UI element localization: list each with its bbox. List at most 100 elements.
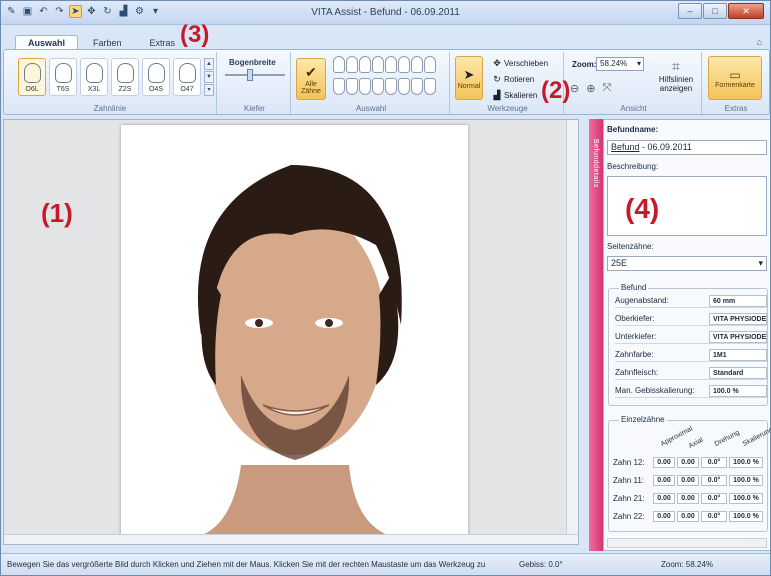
tooth-shape-icon [147,63,165,83]
upper-tooth[interactable] [372,56,384,73]
ribbon-tabs: Auswahl Farben Extras [15,35,188,50]
lower-tooth[interactable] [359,78,371,95]
hilfslinien-button[interactable]: ⌗ Hilfslinien anzeigen [654,58,698,93]
move-icon: ✥ [493,58,501,68]
upper-arch [333,56,436,73]
card-icon: ▭ [729,67,741,82]
seitenzaehne-label: Seitenzähne: [607,242,654,251]
lower-tooth[interactable] [424,78,436,95]
scale-icon: ▟ [493,90,501,100]
lower-tooth[interactable] [346,78,358,95]
tab-farben[interactable]: Farben [80,35,135,50]
rotieren-button[interactable]: ↻ Rotieren [492,74,534,85]
upper-tooth[interactable] [333,56,345,73]
verschieben-button[interactable]: ✥ Verschieben [492,58,548,69]
befundname-field[interactable]: Befund - 06.09.2011 [607,140,767,155]
befundname-label: Befundname: [607,125,659,134]
close-button[interactable]: ✕ [728,3,764,19]
field-gebisskalierung: Man. Gebisskalierung: 100.0 % [615,384,767,398]
panel-horizontal-scrollbar[interactable] [607,538,767,548]
slider-knob[interactable] [247,69,253,81]
annotation-1: (1) [41,198,73,228]
status-zoom: Zoom: 58.24% [661,560,714,569]
status-hint: Bewegen Sie das vergrößerte Bild durch K… [7,560,486,569]
help-icon[interactable]: ⌂ [757,37,762,47]
zahn-row: Zahn 11: 0.00 0.00 0.0° 100.0 % [613,473,769,487]
tooth-line-x3l[interactable]: X3L [80,58,108,96]
field-unterkiefer: Unterkiefer:VITA PHYSIODENS [615,330,767,344]
canvas-horizontal-scrollbar[interactable] [4,534,578,544]
lower-tooth[interactable] [398,78,410,95]
upper-tooth[interactable] [359,56,371,73]
lower-tooth[interactable] [411,78,423,95]
group-label: Zahnlinie [93,104,127,113]
zahn-row: Zahn 22: 0.00 0.00 0.0° 100.0 % [613,509,769,523]
status-gebiss: Gebiss: 0.0° [519,560,563,569]
group-label: Extras [724,104,748,113]
gallery-down-icon[interactable]: ▼ [204,71,214,83]
skalieren-button[interactable]: ▟ Skalieren [492,90,538,101]
zahn-row: Zahn 21: 0.00 0.00 0.0° 100.0 % [613,491,769,505]
tooth-shape-icon [116,63,134,83]
upper-tooth[interactable] [424,56,436,73]
upper-tooth[interactable] [398,56,410,73]
field-oberkiefer: Oberkiefer:VITA PHYSIODENS [615,312,767,326]
gallery-up-icon[interactable]: ▲ [204,58,214,70]
seitenzaehne-select[interactable]: 25E ▾ [607,256,767,271]
fit-to-window-icon[interactable]: ⤧ [602,82,611,95]
zahn-row: Zahn 12: 0.00 0.00 0.0° 100.0 % [613,455,769,469]
group-zahnlinie: O6L T6S X3L Z2S O4S O47 ▲ ▼ ▾ Zahnlinie [4,52,217,114]
group-auswahl: ✔ Alle Zähne Auswahl [293,52,450,114]
details-panel: Befundname: Befund - 06.09.2011 Beschrei… [603,119,770,551]
zoom-out-icon[interactable]: ⊖ [570,82,579,95]
normal-tool-button[interactable]: ➤ Normal [455,56,483,100]
maximize-button[interactable]: □ [703,3,727,19]
group-ansicht: Zoom: 58.24% ⊖ ⊕ ⤧ ⌗ Hilfslinien anzeige… [566,52,702,114]
tooth-line-t6s[interactable]: T6S [49,58,77,96]
zoom-label: Zoom: [572,60,597,69]
tooth-line-o4s[interactable]: O4S [142,58,170,96]
befunddetails-tab[interactable]: Befunddetails [589,119,603,551]
field-zahnfarbe: Zahnfarbe: 1M1 [615,348,767,362]
portrait-image [121,125,468,539]
tooth-shape-icon [23,63,41,83]
ribbon: O6L T6S X3L Z2S O4S O47 ▲ ▼ ▾ Zahnlinie … [3,49,770,115]
tab-auswahl[interactable]: Auswahl [15,35,79,50]
checkmark-icon: ✔ [305,63,317,80]
chevron-down-icon: ▾ [758,258,763,268]
tooth-line-o6l[interactable]: O6L [18,58,46,96]
canvas-vertical-scrollbar[interactable] [566,120,578,544]
status-bar: Bewegen Sie das vergrößerte Bild durch K… [1,553,770,575]
field-zahnfleisch: Zahnfleisch: Standard [615,366,767,380]
group-kiefer: Bogenbreite Kiefer [219,52,291,114]
zoom-in-icon[interactable]: ⊕ [586,82,595,95]
bogenbreite-slider[interactable] [225,69,285,81]
tooth-line-z2s[interactable]: Z2S [111,58,139,96]
lower-tooth[interactable] [385,78,397,95]
lower-tooth[interactable] [372,78,384,95]
rotate-icon: ↻ [493,74,501,84]
tooth-shape-icon [85,63,103,83]
lower-arch [333,78,436,95]
upper-tooth[interactable] [385,56,397,73]
upper-tooth[interactable] [411,56,423,73]
field-augenabstand: Augenabstand: 60 mm [615,294,767,308]
tooth-line-o47[interactable]: O47 [173,58,201,96]
patient-photo[interactable] [121,125,468,539]
title-bar: ✎ ▣ ↶ ↷ ➤ ✥ ↻ ▟ ⚙ ▾ VITA Assist - Befund… [1,1,770,25]
group-label: Werkzeuge [487,104,528,113]
zoom-tools: ⊖ ⊕ ⤧ [570,82,611,95]
zoom-select[interactable]: 58.24% [596,57,644,71]
gallery-more-icon[interactable]: ▾ [204,84,214,96]
image-canvas[interactable] [3,119,579,545]
gallery-scroll: ▲ ▼ ▾ [204,58,214,96]
window-title: VITA Assist - Befund - 06.09.2011 [311,7,460,18]
formenkarte-button[interactable]: ▭ Formenkarte [708,56,762,100]
group-extras: ▭ Formenkarte Extras [704,52,768,114]
minimize-button[interactable]: – [678,3,702,19]
alle-zaehne-button[interactable]: ✔ Alle Zähne [296,58,326,100]
lower-tooth[interactable] [333,78,345,95]
annotation-4: (4) [625,193,660,224]
einzelzaehne-section: Einzelzähne Approximal Axial Drehung Ska… [608,415,770,532]
upper-tooth[interactable] [346,56,358,73]
